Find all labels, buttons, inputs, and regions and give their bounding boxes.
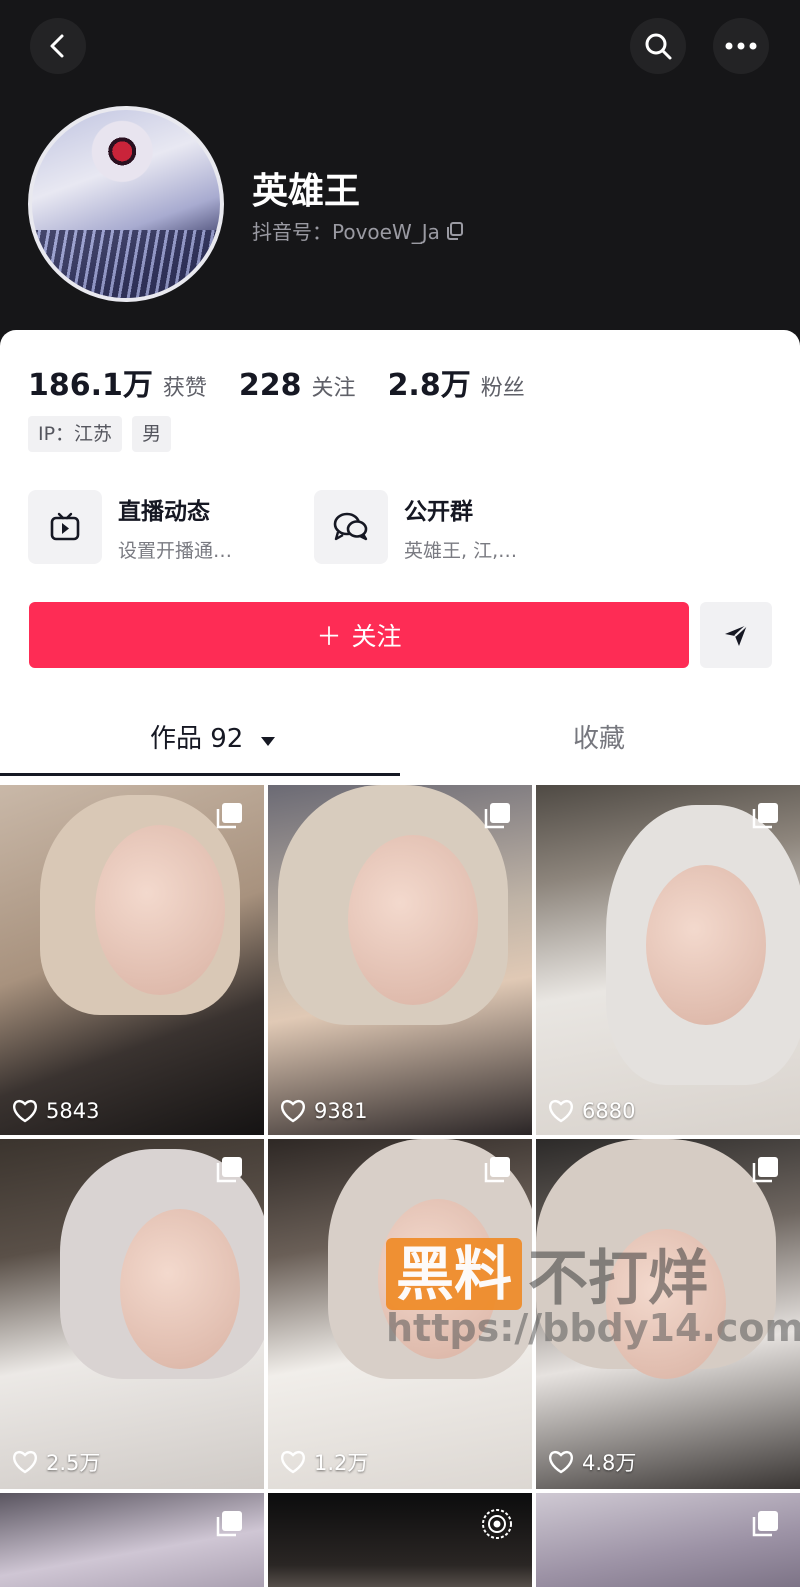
douyin-id[interactable]: 抖音号：PovoeW_Ja xyxy=(252,216,464,245)
follow-label: 关注 xyxy=(351,622,402,651)
likes-count: 186.1万 xyxy=(28,368,153,403)
video-thumbnail[interactable]: 2.5万 xyxy=(0,1139,264,1489)
like-count-text: 1.2万 xyxy=(314,1451,369,1475)
avatar-artwork xyxy=(32,230,220,298)
tab-works[interactable]: 作品 92 xyxy=(150,718,276,755)
chat-group-icon xyxy=(314,490,388,564)
like-count-text: 2.5万 xyxy=(46,1451,101,1475)
public-group-subtitle: 英雄王, 江,… xyxy=(404,539,518,562)
following-label[interactable]: 关注 xyxy=(312,370,356,402)
like-count-text: 4.8万 xyxy=(582,1451,637,1475)
video-thumbnail[interactable] xyxy=(536,1493,800,1587)
active-tab-indicator xyxy=(0,773,400,776)
ip-location-tag: IP：江苏 xyxy=(28,416,123,452)
back-arrow-icon xyxy=(50,34,64,58)
more-dots-icon xyxy=(725,42,757,50)
heart-icon xyxy=(549,1450,573,1474)
nickname: 英雄王 xyxy=(252,171,361,212)
thumbnail-face xyxy=(348,835,478,1005)
like-count: 5843 xyxy=(12,1099,99,1123)
content-tabs: 作品 92 收藏 xyxy=(0,700,800,776)
heart-icon xyxy=(549,1099,573,1123)
tv-icon xyxy=(28,490,102,564)
video-thumbnail[interactable] xyxy=(0,1493,264,1587)
live-updates-entry[interactable]: 直播动态 设置开播通… xyxy=(28,490,232,564)
copy-icon[interactable] xyxy=(446,221,464,240)
thumbnail-face xyxy=(95,825,225,995)
live-updates-subtitle: 设置开播通… xyxy=(118,539,233,562)
multi-image-icon xyxy=(484,1157,510,1183)
like-count-text: 9381 xyxy=(314,1099,368,1123)
like-count: 2.5万 xyxy=(12,1447,100,1477)
video-thumbnail[interactable]: 6880 xyxy=(536,785,800,1135)
live-icon xyxy=(482,1509,512,1539)
live-updates-title: 直播动态 xyxy=(118,498,210,525)
public-group-entry[interactable]: 公开群 英雄王, 江,… xyxy=(314,490,517,564)
video-grid: 5843 9381 6880 2.5万 1.2万 4.8万 xyxy=(0,785,800,1587)
like-count-text: 6880 xyxy=(582,1099,636,1123)
multi-image-icon xyxy=(484,803,510,829)
following-count[interactable]: 228 xyxy=(239,368,302,403)
multi-image-icon xyxy=(752,803,778,829)
like-count: 4.8万 xyxy=(548,1447,636,1477)
profile-header: 英雄王 抖音号：PovoeW_Ja xyxy=(0,0,800,345)
more-options-button[interactable] xyxy=(713,18,769,74)
back-button[interactable] xyxy=(30,18,86,74)
tag-list: IP：江苏 男 xyxy=(28,416,172,452)
like-count-text: 5843 xyxy=(46,1099,100,1123)
heart-icon xyxy=(281,1450,305,1474)
dropdown-triangle-icon[interactable] xyxy=(260,735,276,747)
multi-image-icon xyxy=(216,803,242,829)
multi-image-icon xyxy=(752,1511,778,1537)
like-count: 1.2万 xyxy=(280,1447,368,1477)
send-icon xyxy=(725,624,748,646)
avatar[interactable] xyxy=(28,106,224,302)
thumbnail-face xyxy=(646,865,766,1025)
likes-label[interactable]: 获赞 xyxy=(163,370,207,402)
watermark-brand-box: 黑料 xyxy=(386,1237,523,1310)
heart-icon xyxy=(13,1450,37,1474)
send-message-button[interactable] xyxy=(700,602,772,668)
like-count: 9381 xyxy=(280,1099,367,1123)
heart-icon xyxy=(13,1099,37,1123)
watermark-brand-text: 不打烊 xyxy=(528,1244,709,1314)
multi-image-icon xyxy=(216,1157,242,1183)
douyin-id-text: 抖音号：PovoeW_Ja xyxy=(252,220,440,244)
gender-tag: 男 xyxy=(132,416,172,452)
multi-image-icon xyxy=(216,1511,242,1537)
thumbnail-face xyxy=(120,1209,240,1369)
like-count: 6880 xyxy=(548,1099,635,1123)
watermark-logo: 黑料 不打烊 xyxy=(386,1230,708,1317)
tab-favorites[interactable]: 收藏 xyxy=(573,718,625,755)
stats-row: 186.1万 获赞 228 关注 2.8万 粉丝 xyxy=(28,360,557,404)
multi-image-icon xyxy=(752,1157,778,1183)
heart-icon xyxy=(281,1099,305,1123)
plus-icon: ＋ xyxy=(316,622,342,651)
search-button[interactable] xyxy=(630,18,686,74)
tab-works-label: 作品 92 xyxy=(150,724,244,754)
followers-count[interactable]: 2.8万 xyxy=(388,360,471,404)
follow-button[interactable]: ＋ 关注 xyxy=(29,602,689,668)
search-icon xyxy=(645,33,672,60)
watermark-url: https://bbdy14.com xyxy=(386,1306,800,1350)
video-thumbnail[interactable]: 5843 xyxy=(0,785,264,1135)
video-thumbnail[interactable] xyxy=(268,1493,532,1587)
followers-label[interactable]: 粉丝 xyxy=(481,370,525,402)
public-group-title: 公开群 xyxy=(404,498,473,525)
video-thumbnail[interactable]: 9381 xyxy=(268,785,532,1135)
